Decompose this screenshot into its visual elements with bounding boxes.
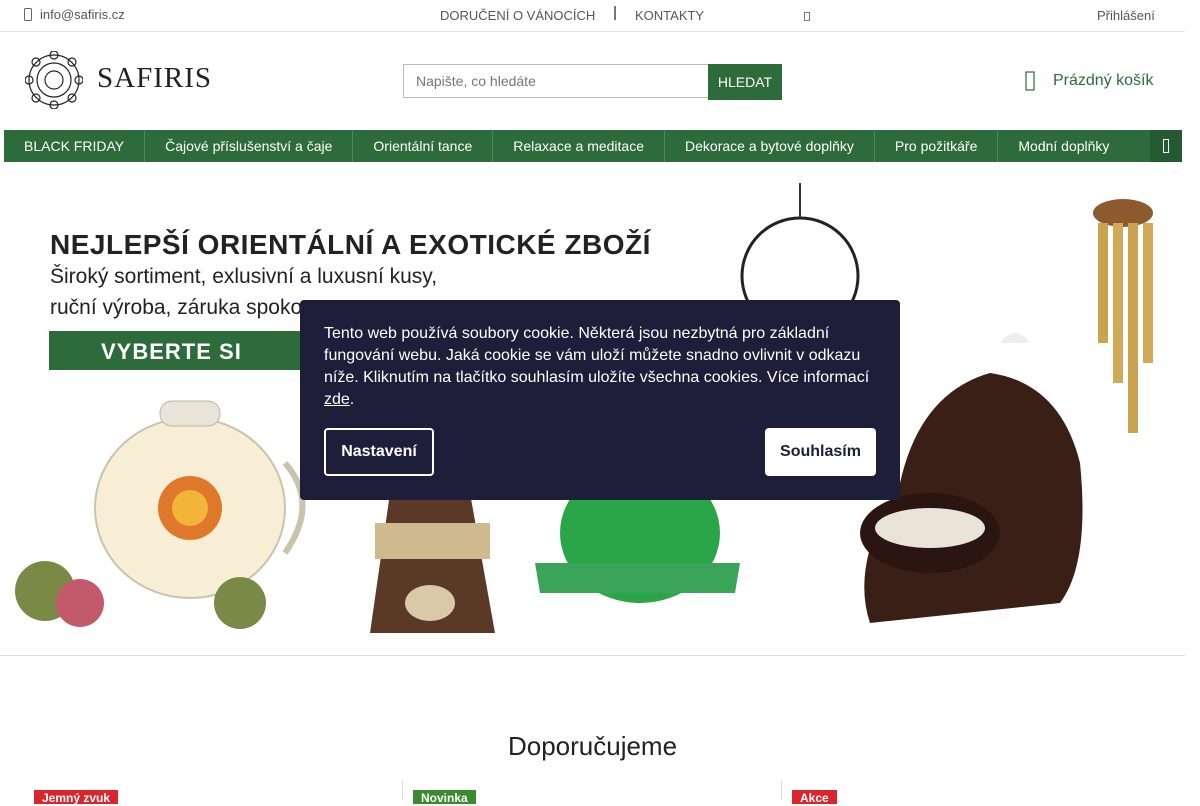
nav-item-relaxation[interactable]: Relaxace a meditace — [493, 130, 666, 162]
cookie-info-link[interactable]: zde — [324, 391, 350, 408]
search-input[interactable] — [403, 64, 708, 98]
nav-item-oriental-dance[interactable]: Orientální tance — [353, 130, 494, 162]
contacts-link[interactable]: KONTAKTY — [635, 8, 704, 23]
logo-icon[interactable] — [24, 50, 84, 114]
product-badge: Novinka — [413, 790, 476, 805]
cart[interactable]: Prázdný košík — [1025, 70, 1153, 92]
cookie-text: Tento web používá soubory cookie. Někter… — [324, 325, 870, 408]
column-divider — [781, 780, 782, 800]
search-button[interactable]: HLEDAT — [708, 64, 782, 100]
product-badge: Akce — [792, 790, 837, 805]
christmas-delivery-link[interactable]: DORUČENÍ O VÁNOCÍCH — [440, 8, 595, 23]
email-contact[interactable]: info@safiris.cz — [24, 7, 125, 22]
section-title: Doporučujeme — [507, 731, 678, 761]
column-divider — [402, 780, 403, 800]
email-text: info@safiris.cz — [40, 7, 125, 22]
main-navigation: BLACK FRIDAY Čajové příslušenství a čaje… — [4, 130, 1182, 162]
nav-item-decoration[interactable]: Dekorace a bytové doplňky — [665, 130, 875, 162]
nav-item-connoisseurs[interactable]: Pro požitkáře — [875, 130, 999, 162]
cart-icon — [1025, 71, 1035, 91]
cookie-settings-button[interactable]: Nastavení — [324, 428, 434, 476]
phone-icon — [24, 8, 32, 21]
cookie-message: Tento web používá soubory cookie. Někter… — [324, 325, 870, 386]
top-bar: info@safiris.cz DORUČENÍ O VÁNOCÍCH KONT… — [0, 0, 1185, 32]
login-link[interactable]: Přihlášení — [1097, 8, 1155, 23]
chevron-down-icon[interactable] — [804, 12, 810, 21]
logo-text[interactable]: SAFIRIS — [97, 62, 212, 95]
menu-icon — [1163, 139, 1169, 153]
cookie-agree-button[interactable]: Souhlasím — [765, 428, 876, 476]
nav-more-button[interactable] — [1150, 130, 1182, 162]
nav-item-fashion[interactable]: Modní doplňky — [998, 130, 1129, 162]
divider — [614, 6, 616, 20]
cart-label: Prázdný košík — [1053, 72, 1154, 89]
nav-item-black-friday[interactable]: BLACK FRIDAY — [4, 130, 146, 162]
product-badge: Jemný zvuk — [34, 790, 119, 805]
cookie-dialog: Tento web používá soubory cookie. Někter… — [300, 300, 900, 500]
nav-item-tea[interactable]: Čajové příslušenství a čaje — [145, 130, 354, 162]
